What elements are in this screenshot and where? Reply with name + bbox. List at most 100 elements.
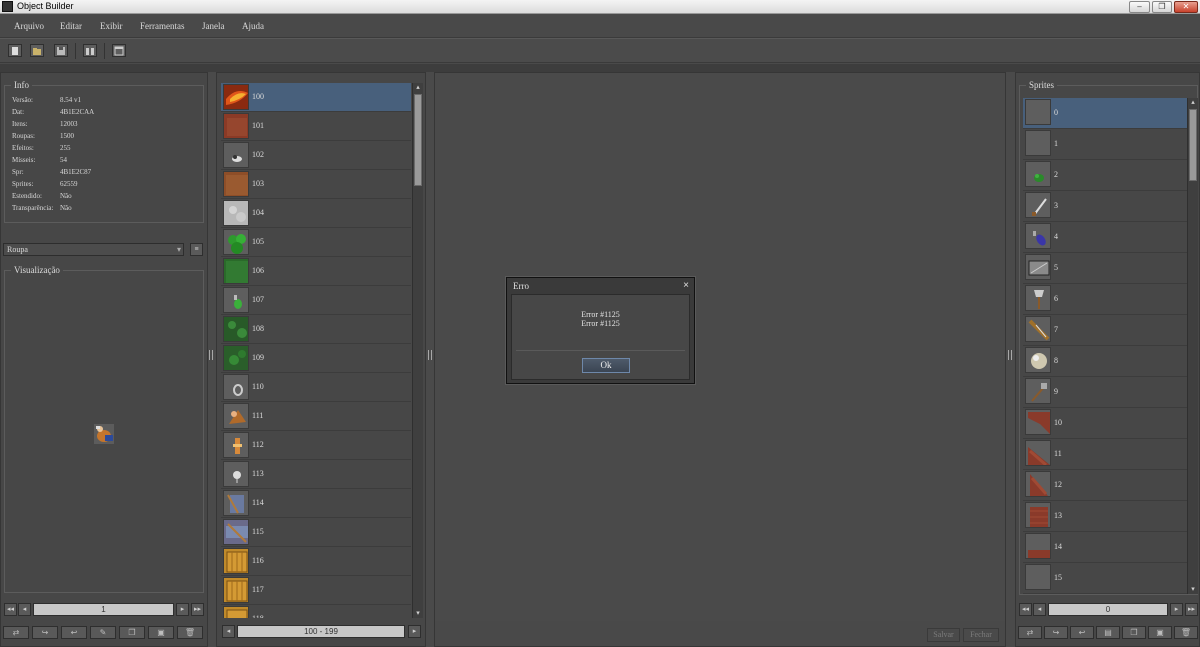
thing-thumbnail [223, 171, 249, 197]
sprite-row[interactable]: 1 [1023, 129, 1187, 160]
thing-row[interactable]: 118 [221, 605, 411, 618]
info-row-missiles: Mísseis: 54 [12, 156, 67, 164]
menu-janela[interactable]: Janela [202, 21, 225, 31]
replace-icon[interactable]: ⇄ [1018, 626, 1042, 639]
thing-row[interactable]: 103 [221, 170, 411, 199]
sprite-row[interactable]: 15 [1023, 563, 1187, 594]
minimize-button[interactable]: – [1129, 1, 1150, 13]
category-select[interactable]: Roupa ▾ [3, 243, 184, 256]
menu-ferramentas[interactable]: Ferramentas [140, 21, 184, 31]
delete-icon[interactable]: 🗑 [1174, 626, 1198, 639]
export-icon[interactable]: ↩ [61, 626, 87, 639]
thing-row[interactable]: 109 [221, 344, 411, 373]
sprite-row[interactable]: 5 [1023, 253, 1187, 284]
sprite-id: 0 [1054, 108, 1058, 117]
thing-row[interactable]: 117 [221, 576, 411, 605]
delete-icon[interactable]: 🗑 [177, 626, 203, 639]
new-icon[interactable]: ▣ [148, 626, 174, 639]
thing-row[interactable]: 100 [221, 83, 411, 112]
sprite-row[interactable]: 11 [1023, 439, 1187, 470]
page-field[interactable]: 0 [1048, 603, 1168, 616]
thing-row[interactable]: 106 [221, 257, 411, 286]
sprite-row[interactable]: 9 [1023, 377, 1187, 408]
scroll-down-icon[interactable]: ▾ [1188, 585, 1198, 594]
first-page-icon[interactable]: ◂◂ [1019, 603, 1032, 616]
window-icon[interactable] [112, 44, 126, 57]
thing-row[interactable]: 112 [221, 431, 411, 460]
open-folder-icon[interactable] [30, 44, 44, 57]
sprite-row[interactable]: 13 [1023, 501, 1187, 532]
open-icon[interactable]: ▤ [1096, 626, 1120, 639]
thing-row[interactable]: 104 [221, 199, 411, 228]
sprite-row[interactable]: 10 [1023, 408, 1187, 439]
previous-range-icon[interactable]: ◂ [222, 625, 235, 638]
scroll-up-icon[interactable]: ▴ [413, 83, 423, 92]
save-button[interactable]: Salvar [927, 628, 960, 642]
category-options-icon[interactable]: ≡ [190, 243, 203, 256]
sprite-row[interactable]: 0 [1023, 98, 1187, 129]
new-icon[interactable]: ▣ [1148, 626, 1172, 639]
import-icon[interactable]: ↪ [32, 626, 58, 639]
previous-page-icon[interactable]: ◂ [18, 603, 31, 616]
thing-row[interactable]: 107 [221, 286, 411, 315]
thing-row[interactable]: 113 [221, 460, 411, 489]
sprite-row[interactable]: 3 [1023, 191, 1187, 222]
next-page-icon[interactable]: ▸ [1170, 603, 1183, 616]
sprite-list-scrollbar[interactable]: ▴ ▾ [1187, 98, 1198, 594]
sprite-row[interactable]: 7 [1023, 315, 1187, 346]
maximize-button[interactable]: ❐ [1152, 1, 1172, 13]
ok-button[interactable]: Ok [582, 358, 630, 373]
thing-row[interactable]: 114 [221, 489, 411, 518]
thing-row[interactable]: 115 [221, 518, 411, 547]
previous-page-icon[interactable]: ◂ [1033, 603, 1046, 616]
right-splitter[interactable] [1008, 350, 1013, 360]
scroll-thumb[interactable] [1189, 109, 1197, 181]
export-icon[interactable]: ↩ [1070, 626, 1094, 639]
sprite-row[interactable]: 8 [1023, 346, 1187, 377]
thing-row[interactable]: 105 [221, 228, 411, 257]
menu-ajuda[interactable]: Ajuda [242, 21, 264, 31]
scroll-down-icon[interactable]: ▾ [413, 609, 423, 618]
sprite-row[interactable]: 12 [1023, 470, 1187, 501]
thing-row[interactable]: 116 [221, 547, 411, 576]
error-dialog: Erro × Error #1125 Error #1125 Ok [506, 277, 695, 384]
next-range-icon[interactable]: ▸ [408, 625, 421, 638]
close-button[interactable]: Fechar [963, 628, 999, 642]
save-icon[interactable] [54, 44, 68, 57]
scroll-thumb[interactable] [414, 94, 422, 186]
edit-icon[interactable]: ✎ [90, 626, 116, 639]
last-page-icon[interactable]: ▸▸ [1185, 603, 1198, 616]
sprite-row[interactable]: 14 [1023, 532, 1187, 563]
range-field[interactable]: 100 - 199 [237, 625, 405, 638]
sprite-row[interactable]: 4 [1023, 222, 1187, 253]
import-icon[interactable]: ↪ [1044, 626, 1068, 639]
compile-icon[interactable] [83, 44, 97, 57]
page-field[interactable]: 1 [33, 603, 174, 616]
menu-editar[interactable]: Editar [60, 21, 82, 31]
menu-arquivo[interactable]: Arquivo [14, 21, 44, 31]
thing-row[interactable]: 101 [221, 112, 411, 141]
replace-icon[interactable]: ⇄ [3, 626, 29, 639]
center-left-splitter[interactable] [428, 350, 433, 360]
sprite-id: 13 [1054, 511, 1062, 520]
first-page-icon[interactable]: ◂◂ [4, 603, 17, 616]
thing-row[interactable]: 111 [221, 402, 411, 431]
info-row-items: Itens: 12003 [12, 120, 78, 128]
sprite-row[interactable]: 6 [1023, 284, 1187, 315]
duplicate-icon[interactable]: ❐ [119, 626, 145, 639]
left-splitter[interactable] [209, 350, 214, 360]
scroll-up-icon[interactable]: ▴ [1188, 98, 1198, 107]
new-file-icon[interactable] [8, 44, 22, 57]
sprite-row[interactable]: 2 [1023, 160, 1187, 191]
menu-exibir[interactable]: Exibir [100, 21, 123, 31]
thing-row[interactable]: 108 [221, 315, 411, 344]
thing-row[interactable]: 110 [221, 373, 411, 402]
last-page-icon[interactable]: ▸▸ [191, 603, 204, 616]
thing-row[interactable]: 102 [221, 141, 411, 170]
thing-list-scrollbar[interactable]: ▴ ▾ [412, 83, 423, 618]
copy-icon[interactable]: ❐ [1122, 626, 1146, 639]
close-window-button[interactable]: ✕ [1174, 1, 1198, 13]
thing-thumbnail [223, 316, 249, 342]
next-page-icon[interactable]: ▸ [176, 603, 189, 616]
close-icon[interactable]: × [683, 280, 689, 291]
